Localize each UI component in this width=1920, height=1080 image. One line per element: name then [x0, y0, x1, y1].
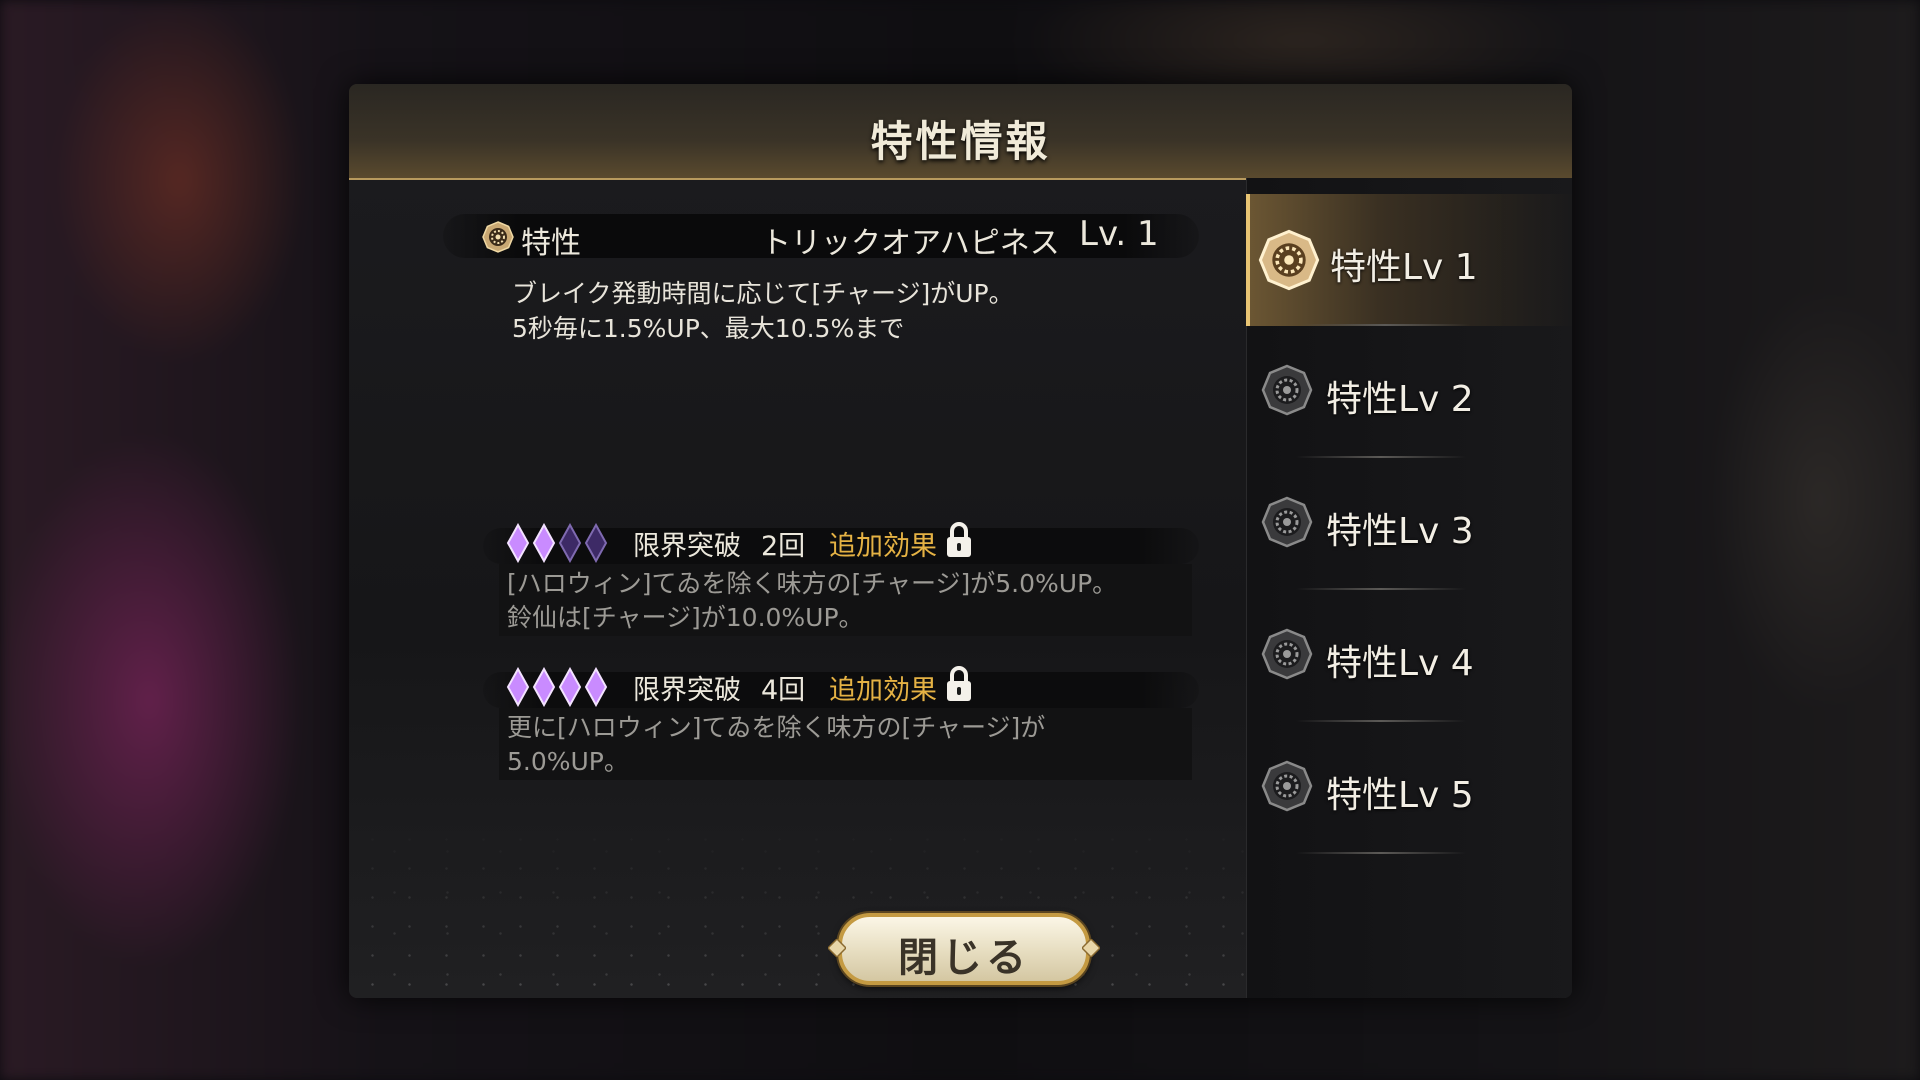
ornament-icon: [1082, 939, 1100, 957]
tab-trait-lv-3[interactable]: 特性Lv 3: [1246, 458, 1572, 590]
trait-level: Lv. 1: [1079, 214, 1159, 254]
level-label: 特性Lv 5: [1326, 775, 1474, 816]
trait-gear-icon: [1261, 760, 1313, 812]
dialog-title: 特性情報: [870, 117, 1051, 166]
trait-description: ブレイク発動時間に応じて[チャージ]がUP。 5秒毎に1.5%UP、最大10.5…: [512, 279, 1014, 343]
level-label: 特性Lv 2: [1326, 379, 1474, 420]
tab-trait-lv-1[interactable]: 特性Lv 1: [1246, 194, 1572, 326]
trait-gear-icon: [482, 221, 514, 253]
close-button-label: 閉じる: [898, 935, 1030, 981]
trait-gear-icon: [1258, 229, 1320, 291]
limit-break-description: [ハロウィン]てゐを除く味方の[チャージ]が5.0%UP。 鈴仙は[チャージ]が…: [499, 564, 1192, 636]
level-label: 特性Lv 3: [1326, 511, 1474, 552]
limit-break-gems-icon: [506, 667, 608, 707]
lock-icon: [947, 522, 971, 557]
close-button[interactable]: 閉じる: [828, 913, 1100, 985]
limit-break-label: 限界突破: [633, 675, 741, 706]
limit-break-label: 限界突破: [633, 531, 741, 562]
tab-trait-lv-2[interactable]: 特性Lv 2: [1246, 326, 1572, 458]
limit-break-count: 4回: [761, 675, 806, 706]
level-label: 特性Lv 4: [1326, 643, 1474, 684]
tab-trait-lv-4[interactable]: 特性Lv 4: [1246, 590, 1572, 722]
extra-effect-label: 追加効果: [829, 531, 937, 562]
trait-info-dialog: 特性情報 特性 トリックオアハピネス Lv. 1 ブレイク発動時間に応じて[チャ…: [349, 84, 1572, 998]
trait-gear-icon: [1261, 496, 1313, 548]
extra-effect-label: 追加効果: [829, 675, 937, 706]
limit-break-gems-icon: [506, 523, 608, 563]
dialog-header: 特性情報: [349, 84, 1572, 180]
divider: [1296, 852, 1466, 854]
level-label: 特性Lv 1: [1330, 247, 1478, 288]
tab-trait-lv-5[interactable]: 特性Lv 5: [1246, 722, 1572, 854]
limit-break-description: 更に[ハロウィン]てゐを除く味方の[チャージ]が 5.0%UP。: [499, 708, 1192, 780]
trait-gear-icon: [1261, 364, 1313, 416]
trait-gear-icon: [1261, 628, 1313, 680]
trait-name: トリックオアハピネス: [761, 226, 1060, 261]
trait-label: 特性: [521, 226, 581, 261]
limit-break-count: 2回: [761, 531, 806, 562]
lock-icon: [947, 666, 971, 701]
